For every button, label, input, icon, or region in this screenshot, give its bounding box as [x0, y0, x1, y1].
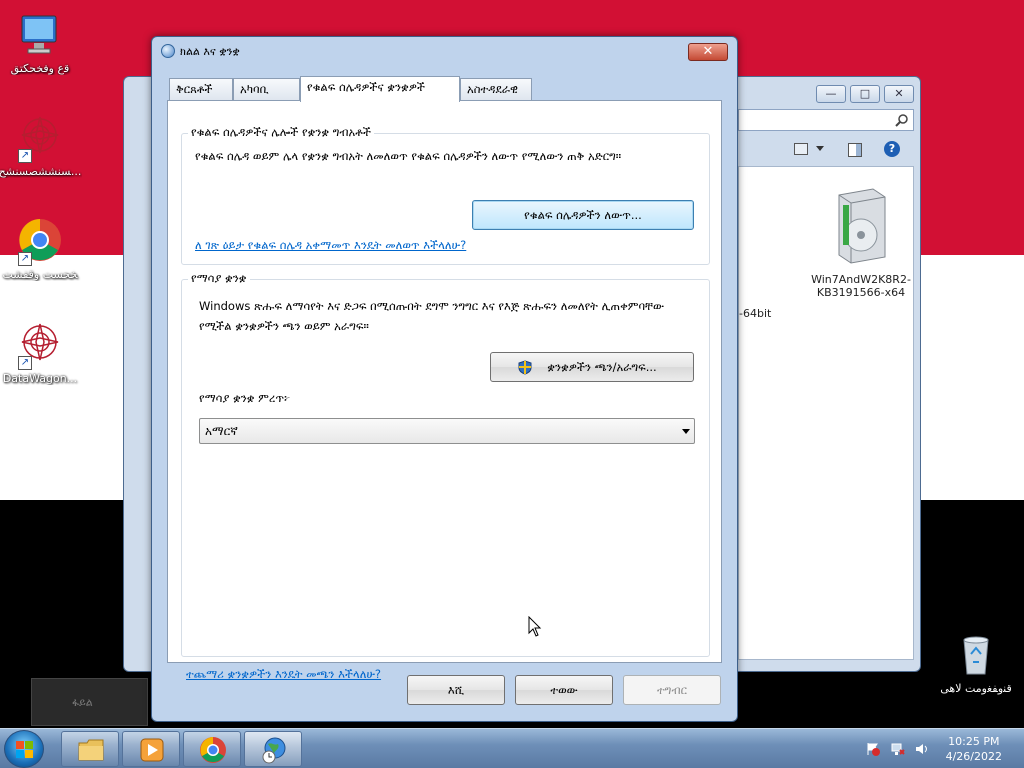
start-button[interactable] [4, 730, 44, 768]
apply-button[interactable]: ተግብር [623, 675, 721, 705]
clock[interactable]: 10:25 PM 4/26/2022 [946, 734, 1002, 764]
mandala-icon: ↗ [16, 113, 64, 163]
desktop-icon-label: ﺴﻨﺸﺸﺼﺴﻨﺸﺢ... [0, 165, 82, 178]
ok-button[interactable]: እሺ [407, 675, 505, 705]
desktop-icon-recycle-bin[interactable]: ﻗﻨﻭﻔﻐﻭﻣﺖ ﻻﻫﻰ [934, 630, 1018, 695]
mouse-cursor-icon [528, 616, 542, 637]
folder-icon [78, 739, 104, 761]
preview-pane-icon[interactable] [848, 143, 862, 157]
choose-display-language-label: የማሳያ ቋንቋ ምረጥ፦ [199, 391, 291, 405]
window-thumbnail: ፋይል [31, 678, 148, 726]
shortcut-arrow-icon: ↗ [18, 252, 32, 266]
clock-time: 10:25 PM [948, 735, 1000, 748]
search-input[interactable] [738, 109, 914, 131]
thumbnail-label: ፋይል [72, 696, 93, 709]
file-item[interactable]: Win7AndW2K8R2-KB3191566-x64 [811, 181, 911, 299]
desktop-icon-label: ﻗﻉ ﻭﻓﺨﺤﻜﺘﻖ [10, 62, 70, 75]
tab-administrative[interactable]: አስተዳደራዊ [460, 78, 532, 100]
install-more-languages-link[interactable]: ተጨማሪ ቋንቋዎችን እንዴት መጫን እችላለሁ? [186, 667, 381, 682]
explorer-content: -64bit Win7AndW2K8R2-KB3191566-x64 [738, 166, 914, 660]
display-language-select[interactable]: አማርኛ [199, 418, 695, 444]
maximize-button[interactable]: □ [850, 85, 880, 103]
globe-clock-icon [262, 737, 286, 764]
file-item[interactable]: -64bit [739, 307, 789, 320]
taskbar-chrome-button[interactable] [183, 731, 241, 767]
chrome-icon: ↗ [16, 216, 64, 266]
group-title: የቁልፍ ሰሌዳዎችና ሌሎች የቋንቋ ግብአቶች [188, 125, 374, 140]
file-label: -64bit [739, 307, 772, 320]
explorer-toolbar: ? [738, 139, 914, 163]
cancel-button[interactable]: ተወው [515, 675, 613, 705]
desktop-icon-label: ﺨﺤﺴﺖ ﻭﻗﻔﺸﺖ [2, 268, 78, 281]
volume-icon[interactable] [915, 742, 929, 756]
install-uninstall-languages-button[interactable]: ቋንቋዎችን ጫን/አራግፍ... [490, 352, 694, 382]
action-center-flag-icon[interactable] [866, 742, 880, 756]
chrome-icon [200, 737, 226, 763]
windows-logo-icon [16, 741, 33, 758]
media-player-icon [140, 738, 164, 762]
network-icon[interactable] [891, 742, 905, 756]
clock-date: 4/26/2022 [945, 750, 1002, 763]
close-button[interactable]: ✕ [688, 43, 728, 61]
display-language-group: የማሳያ ቋንቋ Windows ጽሑፍ ለማሳየት እና ድጋፍ በሚሰጡበት… [181, 271, 710, 657]
selected-language: አማርኛ [205, 424, 238, 438]
globe-icon [161, 44, 175, 58]
keyboards-description: የቁልፍ ሰሌዳ ወይም ሌላ የቋንቋ ግብአት ለመለወጥ የቁልፍ ሰሌዳ… [195, 149, 622, 163]
keyboards-group: የቁልፍ ሰሌዳዎችና ሌሎች የቋንቋ ግብአቶች የቁልፍ ሰሌዳ ወይም … [181, 125, 710, 265]
tab-location[interactable]: አካባቢ [233, 78, 300, 100]
installer-box-icon [829, 181, 893, 267]
recycle-bin-icon [952, 630, 1000, 678]
chevron-down-icon[interactable] [816, 146, 824, 151]
desktop-icon-label: ﻗﻨﻭﻔﻐﻭﻣﺖ ﻻﻫﻰ [940, 682, 1012, 695]
change-keyboards-button[interactable]: የቁልፍ ሰሌዳዎችን ለውጥ... [472, 200, 694, 230]
shortcut-arrow-icon: ↗ [18, 149, 32, 163]
shield-icon [518, 360, 532, 375]
tab-formats[interactable]: ቅርጸቶች [169, 78, 233, 100]
tab-keyboards-languages[interactable]: የቁልፍ ሰሌዳዎችና ቋንቋዎች [300, 76, 460, 102]
desktop-icon-label: DataWagon... [2, 372, 78, 385]
computer-icon [16, 10, 64, 58]
keyboard-layout-help-link[interactable]: ለ ገጽ ዕይታ የቁልፍ ሰሌዳ አቀማመጥ እንዴት መለወጥ እችላለሁ? [195, 238, 466, 253]
dialog-title: ክልል እና ቋንቋ [180, 45, 240, 58]
desktop-icon-computer[interactable]: ﻗﻉ ﻭﻓﺨﺤﻜﺘﻖ [0, 10, 82, 75]
help-icon[interactable]: ? [884, 141, 900, 157]
chevron-down-icon [682, 429, 690, 434]
desktop-icon-chrome[interactable]: ↗ ﺨﺤﺴﺖ ﻭﻗﻔﺸﺖ [0, 216, 82, 281]
region-language-dialog[interactable]: ክልል እና ቋንቋ ✕ ቅርጸቶች አካባቢ የቁልፍ ሰሌዳዎችና ቋንቋዎ… [151, 36, 738, 722]
close-button[interactable]: ✕ [884, 85, 914, 103]
desktop-icon-datawagon[interactable]: ↗ DataWagon... [0, 320, 82, 385]
install-languages-label: ቋንቋዎችን ጫን/አራግፍ... [547, 360, 657, 374]
display-language-description: Windows ጽሑፍ ለማሳየት እና ድጋፍ በሚሰጡበት ደግሞ ንግግር… [199, 299, 665, 333]
shortcut-arrow-icon: ↗ [18, 356, 32, 370]
tab-panel: የቁልፍ ሰሌዳዎችና ሌሎች የቋንቋ ግብአቶች የቁልፍ ሰሌዳ ወይም … [167, 100, 722, 681]
desktop-icon-shortcut-1[interactable]: ↗ ﺴﻨﺸﺸﺼﺴﻨﺸﺢ... [0, 113, 82, 178]
mandala-icon: ↗ [16, 320, 64, 370]
taskbar: 10:25 PM 4/26/2022 [0, 728, 1024, 768]
file-label: Win7AndW2K8R2-KB3191566-x64 [811, 273, 911, 299]
taskbar-region-language-button[interactable] [244, 731, 302, 767]
search-icon [895, 114, 908, 127]
view-icon[interactable] [794, 143, 808, 155]
minimize-button[interactable]: — [816, 85, 846, 103]
taskbar-explorer-button[interactable] [61, 731, 119, 767]
taskbar-media-player-button[interactable] [122, 731, 180, 767]
group-title: የማሳያ ቋንቋ [188, 271, 250, 286]
